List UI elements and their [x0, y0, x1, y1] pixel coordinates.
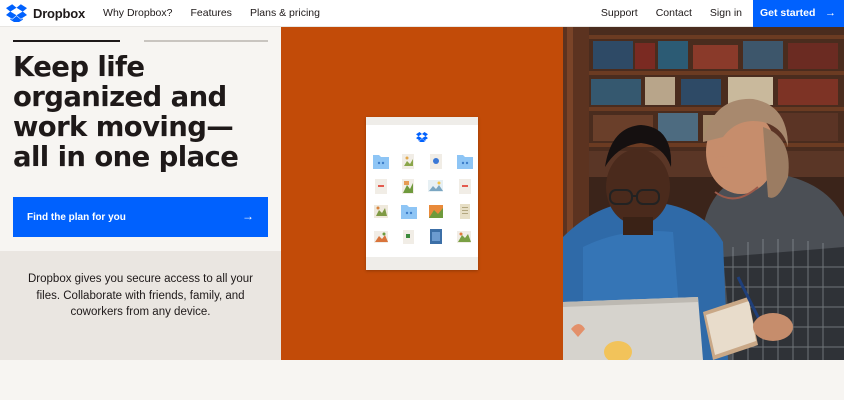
image-file-icon[interactable]: [374, 231, 388, 243]
card-header: [366, 117, 478, 125]
nav-sign-in[interactable]: Sign in: [710, 7, 742, 19]
arrow-right-icon: →: [242, 209, 254, 223]
carousel-indicator-active[interactable]: [13, 40, 120, 42]
top-nav: Dropbox Why Dropbox? Features Plans & pr…: [0, 0, 844, 27]
find-plan-button[interactable]: Find the plan for you →: [13, 197, 268, 237]
image-file-icon[interactable]: [430, 229, 442, 244]
headline-line: Keep life: [13, 51, 145, 83]
image-file-icon[interactable]: [429, 205, 443, 218]
hero-left: Keep life organized and work moving— all…: [0, 27, 281, 360]
description-panel: Dropbox gives you secure access to all y…: [0, 251, 281, 360]
image-file-icon[interactable]: [457, 231, 471, 243]
image-file-icon[interactable]: [402, 179, 414, 194]
document-file-icon[interactable]: [460, 204, 470, 219]
headline-line: organized and: [13, 81, 227, 113]
people-collaborating-photo: [563, 27, 844, 360]
arrow-right-icon: →: [825, 6, 836, 19]
headline-line: work moving—: [13, 111, 234, 143]
pdf-file-icon[interactable]: [375, 179, 387, 194]
image-file-icon[interactable]: [402, 154, 414, 169]
get-started-label: Get started: [760, 7, 816, 19]
folder-icon[interactable]: [401, 205, 417, 219]
hero-headline: Keep life organized and work moving— all…: [13, 52, 281, 172]
carousel-indicator: [13, 40, 268, 42]
dropbox-icon: [6, 4, 27, 22]
page-bottom: [0, 360, 844, 400]
dropbox-icon: [416, 132, 428, 142]
headline-line: all in one place: [13, 141, 239, 173]
nav-contact[interactable]: Contact: [656, 7, 692, 19]
image-file-icon[interactable]: [374, 205, 388, 218]
check-file-icon[interactable]: [430, 154, 442, 169]
carousel-indicator-inactive[interactable]: [144, 40, 268, 42]
hero-photo: [563, 27, 844, 360]
find-plan-label: Find the plan for you: [27, 211, 126, 223]
folder-icon[interactable]: [457, 155, 473, 169]
nav-support[interactable]: Support: [601, 7, 638, 19]
hero-description: Dropbox gives you secure access to all y…: [28, 273, 253, 318]
folder-icon[interactable]: [373, 155, 389, 169]
brand-name: Dropbox: [33, 5, 86, 21]
get-started-button[interactable]: Get started →: [753, 0, 844, 27]
nav-plans-pricing[interactable]: Plans & pricing: [250, 7, 320, 19]
card-footer: [366, 257, 478, 270]
laptop: [563, 297, 703, 360]
nav-why-dropbox[interactable]: Why Dropbox?: [103, 7, 172, 19]
document-file-icon[interactable]: [403, 230, 414, 244]
pdf-file-icon[interactable]: [459, 179, 471, 194]
product-illustration-panel: [281, 27, 563, 360]
file-grid: [373, 154, 473, 244]
dropbox-logo[interactable]: Dropbox: [6, 4, 85, 22]
file-browser-card: [366, 117, 478, 270]
nav-features[interactable]: Features: [191, 7, 232, 19]
image-file-icon[interactable]: [428, 180, 443, 192]
